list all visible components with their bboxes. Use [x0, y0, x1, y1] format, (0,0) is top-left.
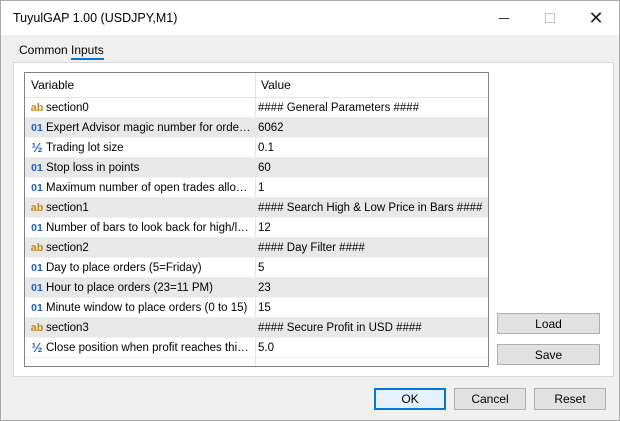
double-type-icon: ½ [31, 340, 43, 355]
input-row-close-profit[interactable]: ½ Close position when profit reaches thi… [25, 338, 488, 358]
variable-name: Hour to place orders (23=11 PM) [46, 282, 213, 294]
maximize-button [527, 1, 573, 35]
variable-value[interactable]: #### Secure Profit in USD #### [258, 318, 486, 338]
input-row-section0[interactable]: ab section0 #### General Parameters #### [25, 98, 488, 118]
input-row-lookback-bars[interactable]: 01 Number of bars to look back for high/… [25, 218, 488, 238]
input-row-max-trades[interactable]: 01 Maximum number of open trades allowed… [25, 178, 488, 198]
variable-name: Day to place orders (5=Friday) [46, 262, 202, 274]
load-button[interactable]: Load [497, 313, 600, 334]
input-row-lot-size[interactable]: ½ Trading lot size 0.1 [25, 138, 488, 158]
double-type-icon: ½ [31, 140, 43, 155]
tab-inputs-label: Inputs [71, 43, 104, 57]
integer-type-icon: 01 [31, 302, 43, 314]
variable-value[interactable]: 12 [258, 218, 486, 238]
column-header-variable[interactable]: Variable [31, 73, 74, 98]
column-header-value[interactable]: Value [261, 73, 291, 98]
variable-value[interactable]: 1 [258, 178, 486, 198]
integer-type-icon: 01 [31, 122, 43, 134]
variable-name: section3 [46, 322, 89, 334]
variable-name: Maximum number of open trades allowed [46, 182, 252, 194]
string-type-icon: ab [30, 102, 44, 114]
variable-value[interactable]: 23 [258, 278, 486, 298]
input-row-magic-number[interactable]: 01 Expert Advisor magic number for order… [25, 118, 488, 138]
minimize-icon [499, 17, 509, 19]
dialog-window: TuyulGAP 1.00 (USDJPY,M1) ✕ Common Input… [0, 0, 620, 421]
variable-name: Minute window to place orders (0 to 15) [46, 302, 248, 314]
variable-value[interactable]: 6062 [258, 118, 486, 138]
string-type-icon: ab [30, 242, 44, 254]
variable-name: Number of bars to look back for high/lo.… [46, 222, 252, 234]
integer-type-icon: 01 [31, 282, 43, 294]
integer-type-icon: 01 [31, 222, 43, 234]
variable-value[interactable]: #### Day Filter #### [258, 238, 486, 258]
variable-value[interactable]: 0.1 [258, 138, 486, 158]
tab-common-label: Common [19, 43, 68, 57]
variable-name: Close position when profit reaches this … [46, 342, 252, 354]
grid-header: Variable Value [25, 73, 488, 98]
integer-type-icon: 01 [31, 262, 43, 274]
inputs-panel: Variable Value ab section0 #### General … [13, 62, 614, 377]
integer-type-icon: 01 [31, 162, 43, 174]
input-row-stop-loss[interactable]: 01 Stop loss in points 60 [25, 158, 488, 178]
variable-name: Stop loss in points [46, 162, 140, 174]
ok-button[interactable]: OK [374, 388, 446, 410]
variable-value[interactable]: 5 [258, 258, 486, 278]
tab-inputs[interactable]: Inputs [65, 41, 110, 63]
variable-name: Trading lot size [46, 142, 124, 154]
cancel-button[interactable]: Cancel [454, 388, 526, 410]
integer-type-icon: 01 [31, 182, 43, 194]
input-row-section1[interactable]: ab section1 #### Search High & Low Price… [25, 198, 488, 218]
variable-name: Expert Advisor magic number for order i.… [46, 122, 252, 134]
string-type-icon: ab [30, 202, 44, 214]
variable-value[interactable]: 15 [258, 298, 486, 318]
input-row-section2[interactable]: ab section2 #### Day Filter #### [25, 238, 488, 258]
close-icon: ✕ [588, 8, 604, 28]
variable-name: section1 [46, 202, 89, 214]
inputs-grid[interactable]: Variable Value ab section0 #### General … [24, 72, 489, 367]
minimize-button[interactable] [481, 1, 527, 35]
string-type-icon: ab [30, 322, 44, 334]
variable-value[interactable]: #### General Parameters #### [258, 98, 486, 118]
maximize-icon [545, 13, 555, 23]
variable-name: section0 [46, 102, 89, 114]
input-row-hour[interactable]: 01 Hour to place orders (23=11 PM) 23 [25, 278, 488, 298]
variable-value[interactable]: #### Search High & Low Price in Bars ###… [258, 198, 486, 218]
close-button[interactable]: ✕ [573, 1, 619, 35]
variable-value[interactable]: 60 [258, 158, 486, 178]
grid-rows: ab section0 #### General Parameters ####… [25, 98, 488, 358]
save-button[interactable]: Save [497, 344, 600, 365]
title-bar[interactable]: TuyulGAP 1.00 (USDJPY,M1) ✕ [1, 1, 619, 35]
reset-button[interactable]: Reset [534, 388, 606, 410]
variable-name: section2 [46, 242, 89, 254]
input-row-section3[interactable]: ab section3 #### Secure Profit in USD ##… [25, 318, 488, 338]
input-row-minute-window[interactable]: 01 Minute window to place orders (0 to 1… [25, 298, 488, 318]
active-tab-indicator [71, 58, 104, 60]
variable-value[interactable]: 5.0 [258, 338, 486, 358]
window-title: TuyulGAP 1.00 (USDJPY,M1) [13, 11, 178, 25]
input-row-day[interactable]: 01 Day to place orders (5=Friday) 5 [25, 258, 488, 278]
